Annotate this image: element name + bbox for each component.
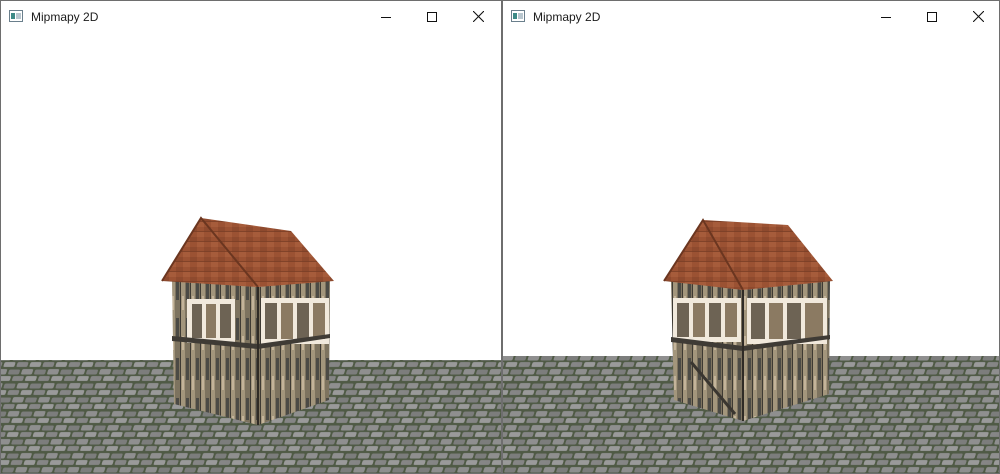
close-button[interactable] xyxy=(455,1,501,32)
maximize-icon xyxy=(427,11,437,22)
scene-render xyxy=(1,32,501,473)
render-viewport[interactable] xyxy=(503,32,999,473)
maximize-button[interactable] xyxy=(409,1,455,32)
maximize-icon xyxy=(927,11,937,22)
minimize-icon xyxy=(881,16,891,18)
window-title: Mipmapy 2D xyxy=(533,10,601,24)
window-right: Mipmapy 2D xyxy=(502,0,1000,474)
close-button[interactable] xyxy=(955,1,999,32)
window-title: Mipmapy 2D xyxy=(31,10,99,24)
close-icon xyxy=(472,11,484,22)
app-window-icon xyxy=(511,10,525,22)
minimize-button[interactable] xyxy=(863,1,909,32)
maximize-button[interactable] xyxy=(909,1,955,32)
minimize-button[interactable] xyxy=(363,1,409,32)
window-left: Mipmapy 2D xyxy=(0,0,502,474)
close-icon xyxy=(972,11,984,22)
minimize-icon xyxy=(381,16,391,18)
house-model xyxy=(663,218,833,421)
render-viewport[interactable] xyxy=(1,32,501,473)
app-window-icon xyxy=(9,10,23,22)
title-bar[interactable]: Mipmapy 2D xyxy=(503,1,999,32)
title-bar[interactable]: Mipmapy 2D xyxy=(1,1,501,32)
scene-render xyxy=(503,32,999,473)
